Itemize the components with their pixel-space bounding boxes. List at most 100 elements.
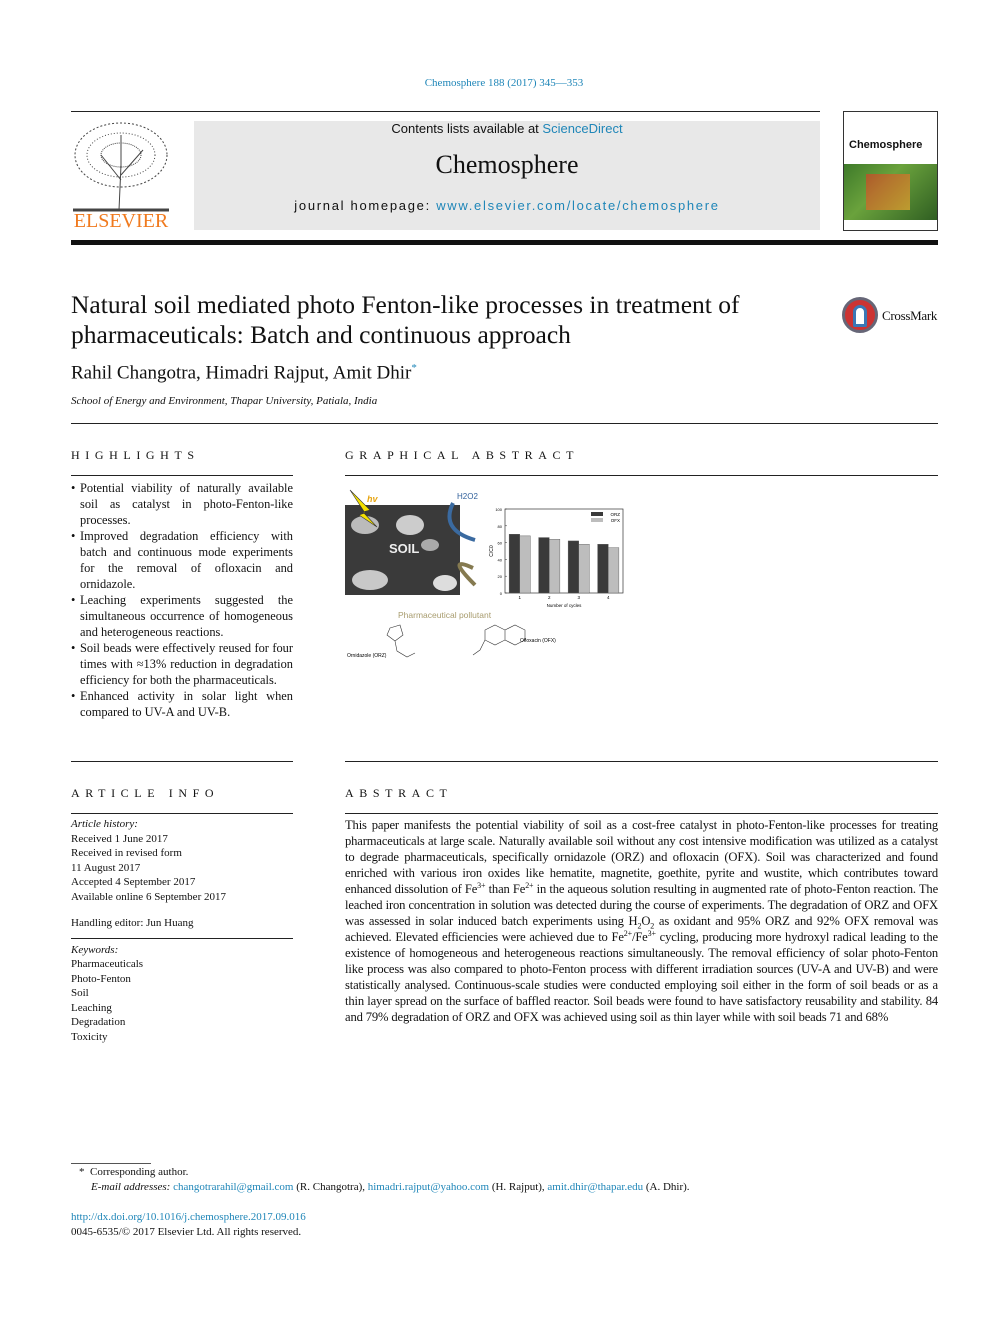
handling-editor: Handling editor: Jun Huang xyxy=(71,917,194,929)
email-link[interactable]: amit.dhir@thapar.edu xyxy=(547,1181,643,1193)
history-item: 11 August 2017 xyxy=(71,861,141,874)
soil-label: SOIL xyxy=(389,541,419,556)
article-info: Article history: Received 1 June 2017 Re… xyxy=(71,817,293,1044)
journal-ref-link[interactable]: Chemosphere 188 (2017) 345—353 xyxy=(425,77,584,89)
publisher-wordmark: ELSEVIER xyxy=(73,210,169,232)
homepage-label: journal homepage: xyxy=(294,198,437,213)
legend-label: ORZ xyxy=(611,512,621,517)
cover-image xyxy=(844,164,937,220)
affiliation: School of Energy and Environment, Thapar… xyxy=(71,395,378,407)
author-list: Rahil Changotra, Himadri Rajput, Amit Dh… xyxy=(71,362,412,384)
email-link[interactable]: changotrarahil@gmail.com xyxy=(173,1181,293,1193)
history-item: Received 1 June 2017 xyxy=(71,832,168,845)
bar-ofx xyxy=(578,544,590,594)
x-axis-label: Number of cycles xyxy=(547,603,583,608)
history-item: Accepted 4 September 2017 xyxy=(71,876,196,888)
keyword: Pharmaceuticals xyxy=(71,958,144,970)
abstract-heading: ABSTRACT xyxy=(345,786,453,800)
h2o2-label: H2O2 xyxy=(457,492,478,501)
divider xyxy=(71,475,293,476)
bar-ofx xyxy=(549,539,561,594)
tree-icon xyxy=(73,122,169,212)
divider xyxy=(71,111,820,112)
legend-swatch xyxy=(591,512,603,516)
journal-title: Chemosphere xyxy=(435,150,579,179)
corresponding-label: Corresponding author. xyxy=(90,1166,189,1178)
divider xyxy=(71,761,293,762)
legend-swatch xyxy=(591,518,603,522)
footnote-mark: * xyxy=(79,1166,85,1178)
crossmark-icon xyxy=(842,297,878,333)
history-label: Article history: xyxy=(71,818,138,830)
graphical-abstract: hv H2O2 SOIL Pharmaceutical pollutant Or… xyxy=(345,485,635,665)
bar-orz xyxy=(508,534,520,594)
y-tick-label: 20 xyxy=(498,574,503,579)
elsevier-logo: ELSEVIER xyxy=(71,120,171,233)
article-info-heading: ARTICLE INFO xyxy=(71,786,220,800)
divider xyxy=(345,813,938,814)
ofloxacin-structure xyxy=(472,624,526,656)
highlight-item: Potential viability of naturally availab… xyxy=(71,480,293,528)
contents-label: Contents lists available at xyxy=(391,121,543,136)
bar-orz xyxy=(538,537,550,594)
divider xyxy=(345,761,938,762)
bar-orz xyxy=(567,540,579,594)
homepage-line: journal homepage: www.elsevier.com/locat… xyxy=(194,198,820,213)
cycles-bar-chart: 0 20 40 60 80 100 1 2 3 4 Number of cycles C/C0 ORZO… xyxy=(489,507,624,608)
sciencedirect-link[interactable]: ScienceDirect xyxy=(542,121,622,136)
keyword: Leaching xyxy=(71,1001,112,1014)
corresponding-mark[interactable]: * xyxy=(411,362,417,374)
cover-title: Chemosphere xyxy=(849,139,923,151)
x-tick-label: 3 xyxy=(577,595,580,600)
y-tick-label: 80 xyxy=(498,524,503,529)
divider xyxy=(345,475,938,476)
divider xyxy=(71,813,293,814)
y-axis-label: C/C0 xyxy=(489,545,495,557)
highlight-item: Enhanced activity in solar light when co… xyxy=(71,688,293,720)
bar-ofx xyxy=(519,535,531,594)
ornidazole-label: Ornidazole (ORZ) xyxy=(347,653,387,659)
history-item: Received in revised form xyxy=(71,847,182,859)
x-tick-label: 4 xyxy=(607,595,610,600)
keyword: Degradation xyxy=(71,1016,126,1028)
divider xyxy=(71,423,938,424)
ornidazole-structure xyxy=(386,624,416,658)
pollutant-label: Pharmaceutical pollutant xyxy=(398,610,492,620)
ofloxacin-label: Ofloxacin (OFX) xyxy=(520,638,556,644)
thick-divider xyxy=(71,240,938,245)
y-tick-label: 60 xyxy=(498,541,503,546)
copyright: 0045-6535/© 2017 Elsevier Ltd. All right… xyxy=(71,1226,302,1238)
history-item: Available online 6 September 2017 xyxy=(71,890,226,903)
crossmark-button[interactable]: CrossMark xyxy=(842,297,942,333)
legend-label: OFX xyxy=(611,518,620,523)
highlight-item: Leaching experiments suggested the simul… xyxy=(71,592,293,640)
keyword: Photo-Fenton xyxy=(71,972,131,985)
divider xyxy=(71,937,293,939)
y-tick-label: 40 xyxy=(498,557,503,562)
journal-reference[interactable]: Chemosphere 188 (2017) 345—353 xyxy=(0,77,992,89)
footnote-divider xyxy=(71,1163,151,1164)
keyword: Soil xyxy=(71,987,89,999)
y-tick-label: 0 xyxy=(500,591,503,596)
highlight-item: Improved degradation efficiency with bat… xyxy=(71,528,293,592)
abstract-text: This paper manifests the potential viabi… xyxy=(345,818,939,1024)
journal-cover: Chemosphere xyxy=(843,111,938,231)
highlight-item: Soil beads were effectively reused for f… xyxy=(71,640,293,688)
keywords-label: Keywords: xyxy=(71,943,119,956)
homepage-link[interactable]: www.elsevier.com/locate/chemosphere xyxy=(436,198,720,213)
highlights-heading: HIGHLIGHTS xyxy=(71,448,200,462)
graphical-abstract-heading: GRAPHICAL ABSTRACT xyxy=(345,448,580,462)
footnotes: * Corresponding author. E-mail addresses… xyxy=(71,1166,690,1238)
hv-label: hv xyxy=(367,494,378,504)
emails-label: E-mail addresses: xyxy=(91,1181,171,1193)
email-link[interactable]: himadri.rajput@yahoo.com xyxy=(368,1181,489,1193)
journal-banner: Contents lists available at ScienceDirec… xyxy=(194,121,820,230)
doi-link[interactable]: http://dx.doi.org/10.1016/j.chemosphere.… xyxy=(71,1211,306,1223)
bar-orz xyxy=(597,544,609,594)
authors: Rahil Changotra, Himadri Rajput, Amit Dh… xyxy=(71,362,417,384)
keyword: Toxicity xyxy=(71,1030,108,1043)
highlights-list: Potential viability of naturally availab… xyxy=(71,480,293,720)
arrow-icon xyxy=(457,562,477,587)
bar-ofx xyxy=(608,547,620,594)
crossmark-label: CrossMark xyxy=(882,308,938,323)
